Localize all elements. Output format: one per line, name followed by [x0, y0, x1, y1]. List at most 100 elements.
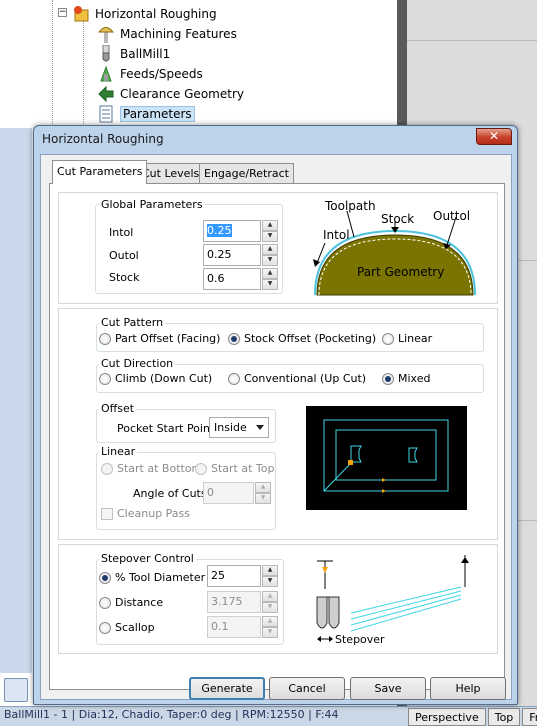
cleanup-pass-checkbox[interactable]: Cleanup Pass [101, 507, 190, 520]
spin-down-icon[interactable]: ▼ [255, 493, 271, 504]
tree-item-label: Clearance Geometry [120, 87, 244, 101]
radio-climb[interactable]: Climb (Down Cut) [99, 372, 212, 385]
pocket-start-select[interactable]: Inside [209, 417, 269, 438]
radio-start-bottom[interactable]: Start at Bottom [101, 462, 202, 475]
close-icon: ✕ [488, 129, 500, 143]
view-tab-perspective[interactable]: Perspective [408, 708, 486, 726]
spin-up-icon[interactable]: ▲ [262, 244, 278, 255]
part-geometry-label: Part Geometry [357, 265, 445, 279]
spin-down-icon[interactable]: ▼ [262, 255, 278, 266]
tool-diameter-spinner[interactable]: 25 ▲ ▼ [207, 565, 278, 587]
parameters-icon [97, 105, 115, 123]
view-tab-front[interactable]: Fr [522, 708, 537, 726]
radio-label: Distance [115, 596, 164, 609]
radio-label: % Tool Diameter [115, 571, 206, 584]
cut-pattern-title: Cut Pattern [99, 316, 166, 329]
radio-distance[interactable]: Distance [99, 596, 163, 609]
outol-spinner[interactable]: 0.25 ▲ ▼ [203, 244, 278, 266]
radio-selected-icon [99, 571, 111, 584]
tab-panel: Global Parameters Intol 0.25 ▲ ▼ Outol 0.… [49, 183, 505, 690]
stock-label: Stock [109, 271, 140, 284]
radio-conventional[interactable]: Conventional (Up Cut) [228, 372, 366, 385]
spin-up-icon[interactable]: ▲ [262, 268, 278, 279]
scallop-spinner[interactable]: 0.1 ▲ ▼ [207, 616, 278, 638]
cleanup-pass-label: Cleanup Pass [117, 507, 191, 520]
radio-linear[interactable]: Linear [382, 332, 432, 345]
stock-diagram-label: Stock [381, 212, 415, 226]
spin-down-icon[interactable]: ▼ [262, 602, 278, 613]
spin-down-icon[interactable]: ▼ [262, 627, 278, 638]
ballmill-icon [97, 44, 115, 63]
stock-input[interactable]: 0.6 [203, 268, 261, 290]
tree-item-parameters[interactable]: Parameters [97, 104, 195, 124]
radio-stock-offset[interactable]: Stock Offset (Pocketing) [228, 332, 376, 345]
stock-spinner[interactable]: 0.6 ▲ ▼ [203, 268, 278, 290]
radio-label: Part Offset (Facing) [115, 332, 221, 345]
angle-of-cuts-input[interactable]: 0 [203, 482, 254, 504]
tree-item-horizontal-roughing[interactable]: − Horizontal Roughing [58, 4, 217, 24]
angle-of-cuts-spinner[interactable]: 0 ▲ ▼ [203, 482, 271, 504]
tree-item-feeds-speeds[interactable]: Feeds/Speeds [97, 64, 203, 84]
tree-item-label: BallMill1 [120, 47, 171, 61]
radio-mixed[interactable]: Mixed [382, 372, 430, 385]
radio-tool-diameter[interactable]: % Tool Diameter [99, 571, 205, 584]
spin-up-icon[interactable]: ▲ [262, 616, 278, 627]
tool-diameter-input[interactable]: 25 [207, 565, 261, 587]
outol-input[interactable]: 0.25 [203, 244, 261, 266]
toolbox-icon[interactable] [4, 678, 28, 702]
spin-up-icon[interactable]: ▲ [262, 565, 278, 576]
pattern-section: Cut Pattern Part Offset (Facing) Stock O… [58, 308, 498, 540]
scallop-input[interactable]: 0.1 [207, 616, 261, 638]
stepover-diagram-label: Stepover [335, 633, 385, 646]
distance-spinner[interactable]: 3.175 ▲ ▼ [207, 591, 278, 613]
tree-item-clearance-geometry[interactable]: Clearance Geometry [97, 84, 244, 104]
collapse-icon[interactable]: − [58, 8, 67, 17]
chevron-down-icon [256, 425, 264, 430]
tree-item-machining-features[interactable]: Machining Features [97, 24, 237, 44]
radio-scallop[interactable]: Scallop [99, 621, 155, 634]
intol-spinner[interactable]: 0.25 ▲ ▼ [203, 220, 278, 242]
operation-icon [72, 5, 90, 23]
intol-value: 0.25 [207, 224, 232, 237]
distance-input[interactable]: 3.175 [207, 591, 261, 613]
pocket-start-label: Pocket Start Point [117, 422, 215, 435]
radio-label: Start at Top [211, 462, 275, 475]
spin-down-icon[interactable]: ▼ [262, 576, 278, 587]
radio-icon [228, 372, 240, 385]
model-tree: − Horizontal Roughing Machining Features… [0, 0, 397, 128]
help-button[interactable]: Help [430, 677, 506, 700]
cancel-button[interactable]: Cancel [269, 677, 345, 700]
radio-selected-icon [228, 332, 240, 345]
features-icon [97, 25, 115, 43]
spin-up-icon[interactable]: ▲ [262, 591, 278, 602]
tab-engage-retract[interactable]: Engage/Retract [199, 163, 294, 183]
radio-icon [99, 621, 111, 634]
radio-label: Start at Bottom [117, 462, 203, 475]
angle-of-cuts-label: Angle of Cuts [133, 487, 207, 500]
tab-cut-parameters[interactable]: Cut Parameters [52, 160, 148, 184]
view-tab-top[interactable]: Top [487, 708, 521, 726]
spin-up-icon[interactable]: ▲ [255, 482, 271, 493]
radio-icon [99, 596, 111, 609]
tree-item-ballmill[interactable]: BallMill1 [97, 44, 170, 64]
intol-diagram-label: Intol [323, 228, 350, 242]
save-button[interactable]: Save [350, 677, 426, 700]
cut-direction-title: Cut Direction [99, 357, 176, 370]
spin-down-icon[interactable]: ▼ [262, 279, 278, 290]
stepover-section: Stepover Control % Tool Diameter 25 ▲ ▼ D… [58, 544, 498, 654]
close-button[interactable]: ✕ [476, 128, 512, 145]
spin-down-icon[interactable]: ▼ [262, 231, 278, 242]
global-parameters-title: Global Parameters [99, 198, 205, 211]
radio-icon [101, 462, 113, 475]
intol-input[interactable]: 0.25 [203, 220, 261, 242]
tolerance-diagram: Toolpath Stock Outtol Intol Part Geometr… [311, 199, 481, 299]
tree-item-label: Feeds/Speeds [120, 67, 203, 81]
radio-part-offset[interactable]: Part Offset (Facing) [99, 332, 220, 345]
radio-icon [195, 462, 207, 475]
checkbox-icon [101, 507, 113, 520]
outol-label: Outol [109, 249, 139, 262]
spin-up-icon[interactable]: ▲ [262, 220, 278, 231]
view-tabs: Perspective Top Fr [408, 708, 537, 726]
radio-start-top[interactable]: Start at Top [195, 462, 274, 475]
generate-button[interactable]: Generate [189, 677, 265, 700]
